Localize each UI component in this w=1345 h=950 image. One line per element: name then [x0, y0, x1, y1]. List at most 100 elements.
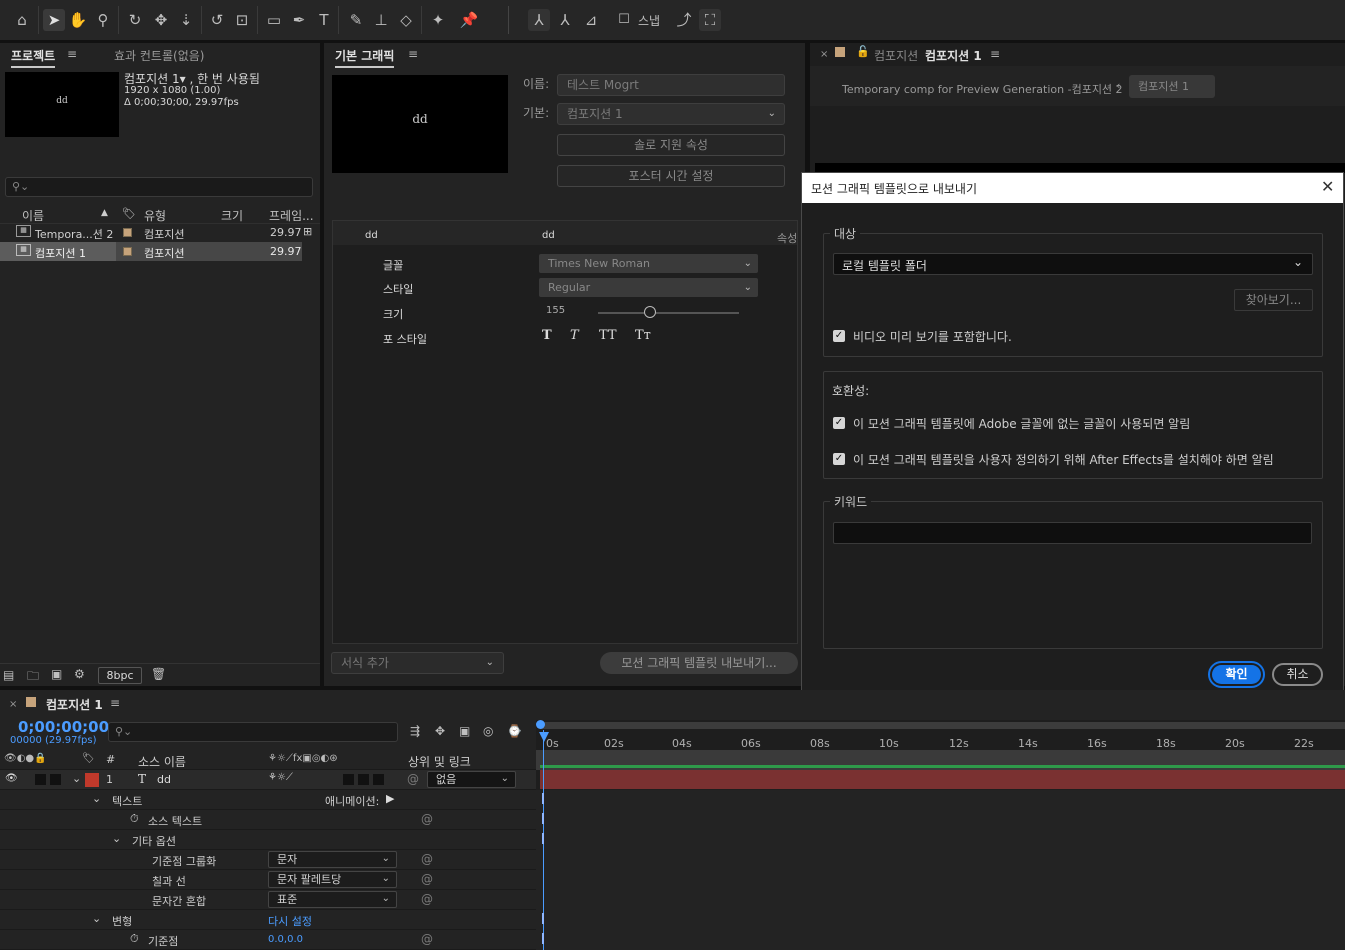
- close-icon[interactable]: ×: [820, 49, 828, 60]
- include-video-checkbox[interactable]: ✓: [833, 330, 845, 342]
- template-name-input[interactable]: 테스트 Mogrt: [557, 74, 785, 96]
- lock-toggle[interactable]: [50, 774, 61, 785]
- fill-stroke-select[interactable]: 문자 팔레트당 ⌄: [268, 871, 397, 888]
- layer-switches[interactable]: ⚘☼⟋: [268, 772, 293, 783]
- orbit-camera-icon[interactable]: ↻: [124, 9, 146, 31]
- close-icon[interactable]: ×: [9, 699, 17, 710]
- pickwhip-icon[interactable]: @: [407, 772, 419, 786]
- label-swatch[interactable]: [123, 228, 132, 237]
- local-axis-icon[interactable]: ⅄: [528, 9, 550, 31]
- layer-row[interactable]: 👁 ⌄ 1 T dd ⚘☼⟋ @ 없음 ⌄: [0, 770, 536, 790]
- pen-tool-icon[interactable]: ✒: [288, 9, 310, 31]
- col-type[interactable]: 유형: [144, 207, 166, 224]
- interpret-footage-icon[interactable]: ▤: [3, 668, 14, 682]
- animate-menu-icon[interactable]: ▶: [386, 792, 394, 805]
- graph-editor-icon[interactable]: ⌚: [507, 724, 522, 738]
- bit-depth-button[interactable]: 8bpc: [98, 667, 142, 684]
- panel-menu-icon[interactable]: ≡: [990, 47, 1000, 61]
- panel-menu-icon[interactable]: ≡: [110, 696, 120, 710]
- pan-camera-icon[interactable]: ✥: [150, 9, 172, 31]
- col-name[interactable]: 이름: [22, 207, 44, 224]
- comp-tab-prefix[interactable]: 컴포지션: [874, 47, 918, 64]
- parent-select[interactable]: 없음 ⌄: [427, 771, 516, 788]
- puppet-pin-icon[interactable]: 📌: [458, 9, 480, 31]
- timeline-tab[interactable]: 컴포지션 1: [46, 696, 103, 713]
- ok-button[interactable]: 확인: [1212, 665, 1261, 684]
- cancel-button[interactable]: 취소: [1272, 663, 1323, 686]
- snap-feature-icon[interactable]: ⛶: [699, 9, 721, 31]
- stopwatch-icon[interactable]: ⏱: [130, 812, 139, 826]
- export-mogrt-button[interactable]: 모션 그래픽 템플릿 내보내기...: [600, 652, 798, 674]
- pickwhip-icon[interactable]: @: [421, 852, 433, 866]
- pickwhip-icon[interactable]: @: [421, 812, 433, 826]
- all-caps-button[interactable]: TT: [599, 328, 617, 343]
- close-icon[interactable]: ✕: [1321, 177, 1334, 196]
- draft-3d-icon[interactable]: ✥: [435, 724, 445, 738]
- eraser-tool-icon[interactable]: ◇: [395, 9, 417, 31]
- col-size[interactable]: 크기: [221, 207, 243, 224]
- chevron-down-icon[interactable]: ⌄: [92, 912, 101, 925]
- clone-stamp-icon[interactable]: ⊥: [370, 9, 392, 31]
- more-options-row[interactable]: ⌄ 기타 옵션: [0, 830, 536, 850]
- layer-duration-bar[interactable]: [540, 770, 1345, 789]
- size-slider-handle[interactable]: [644, 306, 656, 318]
- chevron-down-icon[interactable]: ⌄: [72, 772, 81, 785]
- current-timecode[interactable]: 0;00;00;00: [18, 718, 109, 736]
- work-area-bar[interactable]: [540, 722, 1345, 729]
- rectangle-tool-icon[interactable]: ▭: [263, 9, 285, 31]
- col-parent-link[interactable]: 상위 및 링크: [408, 753, 471, 770]
- snap-edge-icon[interactable]: ⤴: [673, 9, 695, 31]
- snap-label[interactable]: 스냅: [638, 12, 660, 29]
- size-slider-track[interactable]: [598, 312, 739, 314]
- style-select[interactable]: Regular ⌄: [539, 278, 758, 297]
- master-comp-select[interactable]: 컴포지션 1 ⌄: [557, 103, 785, 125]
- brush-tool-icon[interactable]: ✎: [345, 9, 367, 31]
- project-search-input[interactable]: ⚲⌄: [5, 177, 313, 197]
- tab-effect-controls[interactable]: 효과 컨트롤(없음): [114, 47, 204, 64]
- stopwatch-icon[interactable]: ⏱: [130, 932, 139, 946]
- col-source-name[interactable]: 소스 이름: [138, 753, 186, 770]
- home-icon[interactable]: ⌂: [11, 9, 33, 31]
- anchor-point-row[interactable]: ⏱ 기준점 0.0,0.0 @: [0, 930, 536, 950]
- breadcrumb-parent[interactable]: Temporary comp for Preview Generation -컴…: [842, 81, 1123, 97]
- world-axis-icon[interactable]: ⅄: [554, 9, 576, 31]
- destination-select[interactable]: 로컬 템플릿 폴더 ⌄: [833, 253, 1313, 275]
- sort-up-icon[interactable]: ▲: [101, 208, 108, 218]
- ae-alert-checkbox[interactable]: ✓: [833, 453, 845, 465]
- time-graph[interactable]: [536, 720, 1345, 950]
- font-select[interactable]: Times New Roman ⌄: [539, 254, 758, 273]
- panel-menu-icon[interactable]: ≡: [67, 47, 77, 61]
- col-frame-rate[interactable]: 프레임...: [269, 207, 314, 224]
- lock-icon[interactable]: 🔓: [856, 45, 870, 58]
- size-value[interactable]: 155: [546, 305, 565, 316]
- pickwhip-icon[interactable]: @: [421, 872, 433, 886]
- anchor-point-value[interactable]: 0.0,0.0: [268, 934, 303, 945]
- reset-link[interactable]: 다시 설정: [268, 913, 312, 929]
- tab-essential-graphics[interactable]: 기본 그래픽: [335, 47, 395, 68]
- view-axis-icon[interactable]: ⊿: [580, 9, 602, 31]
- roto-brush-icon[interactable]: ✦: [427, 9, 449, 31]
- label-swatch[interactable]: [123, 247, 132, 256]
- set-poster-time-button[interactable]: 포스터 시간 설정: [557, 165, 785, 187]
- solo-toggle[interactable]: [35, 774, 46, 785]
- pickwhip-icon[interactable]: @: [421, 892, 433, 906]
- keywords-input[interactable]: [833, 522, 1312, 544]
- anchor-grouping-select[interactable]: 문자 ⌄: [268, 851, 397, 868]
- chevron-down-icon[interactable]: ⌄: [112, 832, 121, 845]
- tab-project[interactable]: 프로젝트: [11, 47, 56, 68]
- timeline-search-input[interactable]: ⚲⌄: [108, 722, 398, 742]
- eg-layer-name-field[interactable]: dd: [542, 230, 555, 241]
- browse-button[interactable]: 찾아보기...: [1234, 289, 1313, 311]
- transform-row[interactable]: ⌄ 변형 다시 설정: [0, 910, 536, 930]
- eye-icon[interactable]: 👁: [5, 773, 18, 784]
- comp-mini-flowchart-icon[interactable]: ⇶: [410, 724, 420, 738]
- hand-tool-icon[interactable]: ✋: [67, 9, 89, 31]
- work-area-start-handle[interactable]: [536, 720, 545, 729]
- rotate-tool-icon[interactable]: ↺: [206, 9, 228, 31]
- shy-layers-icon[interactable]: ▣: [459, 724, 470, 738]
- text-group-row[interactable]: ⌄ 텍스트 애니메이션: ▶: [0, 790, 536, 810]
- panel-menu-icon[interactable]: ≡: [408, 47, 418, 61]
- pickwhip-icon[interactable]: @: [421, 932, 433, 946]
- switch-box[interactable]: [358, 774, 369, 785]
- dolly-camera-icon[interactable]: ⇣: [175, 9, 197, 31]
